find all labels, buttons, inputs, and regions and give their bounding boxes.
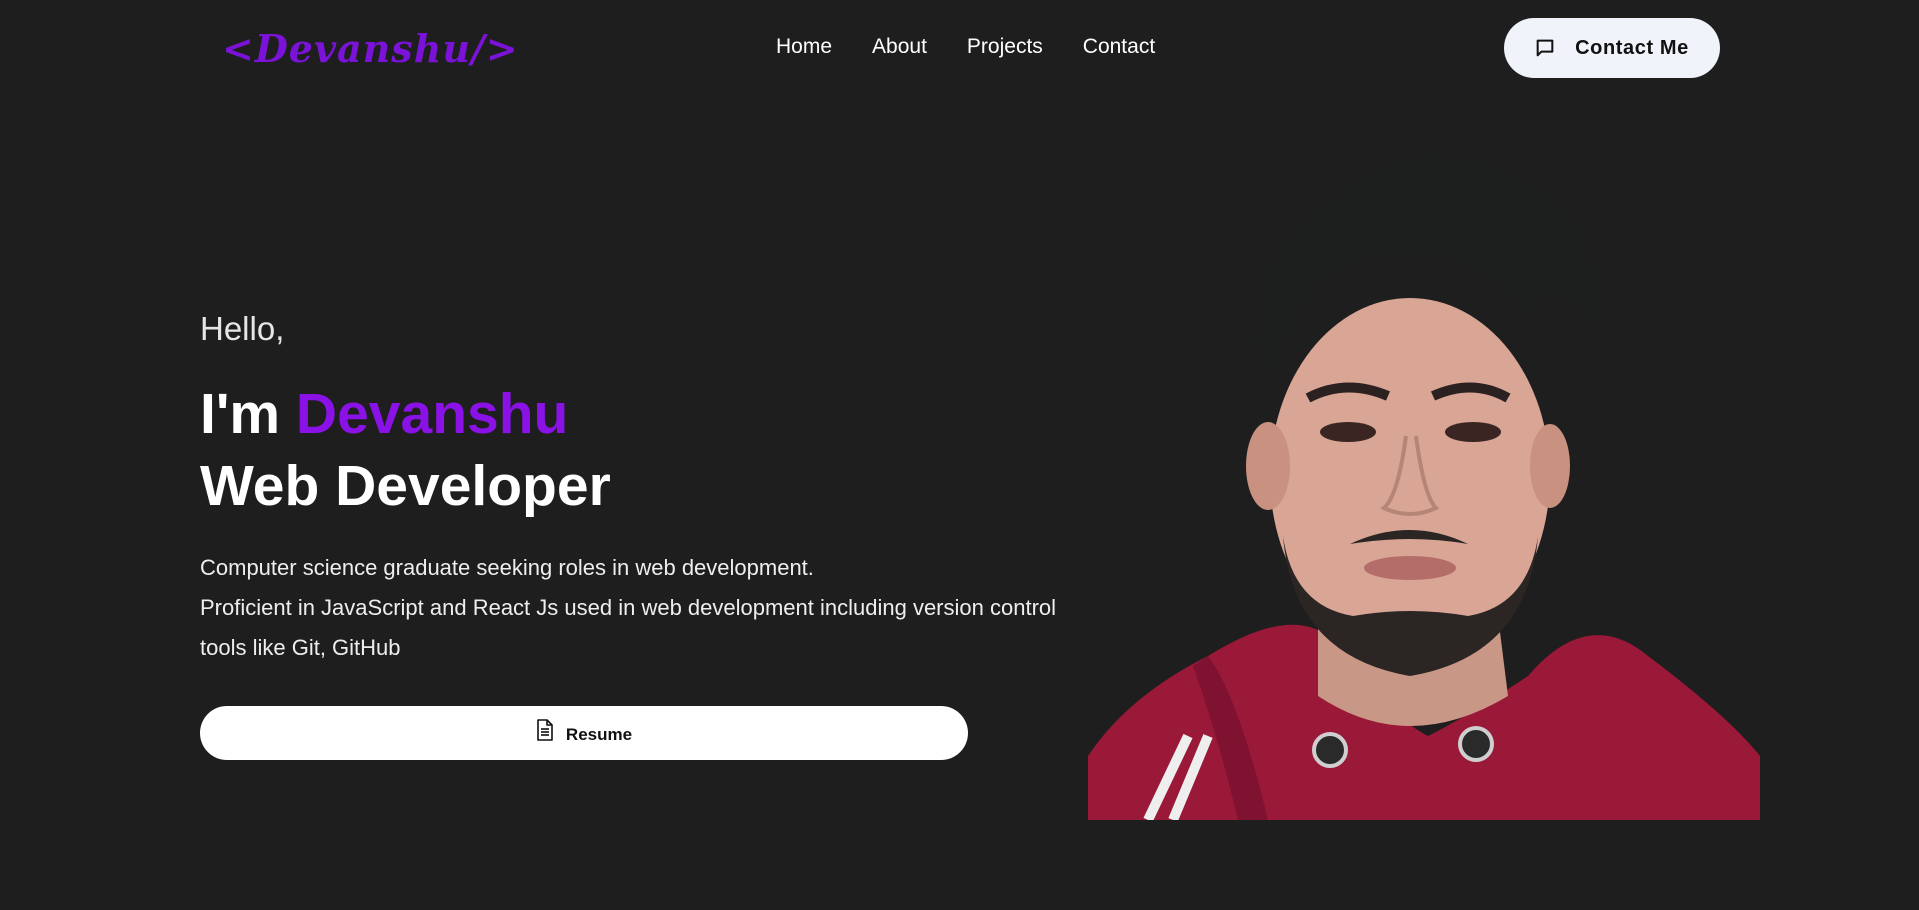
- hero-headline: I'm Devanshu Web Developer: [200, 378, 611, 522]
- intro-prefix: I'm: [200, 382, 296, 446]
- nav-link-projects[interactable]: Projects: [967, 35, 1043, 59]
- greeting: Hello,: [200, 310, 285, 347]
- contact-me-button[interactable]: Contact Me: [1504, 18, 1720, 78]
- profile-photo: [1088, 136, 1760, 820]
- chat-bubble-icon: [1533, 36, 1557, 60]
- description-line-2: Proficient in JavaScript and React Js us…: [200, 595, 1057, 660]
- resume-label: Resume: [565, 725, 633, 744]
- navbar: <Devanshu/> Home About Projects Contact …: [0, 0, 1919, 96]
- document-icon: [536, 719, 556, 741]
- nav-link-contact[interactable]: Contact: [1083, 35, 1155, 59]
- page: <Devanshu/> Home About Projects Contact …: [0, 0, 1919, 910]
- nav-link-home[interactable]: Home: [776, 35, 832, 59]
- hero-description: Computer science graduate seeking roles …: [200, 548, 1080, 668]
- hero-name: Devanshu: [295, 382, 569, 446]
- nav-link-about[interactable]: About: [872, 35, 927, 59]
- contact-me-label: Contact Me: [1575, 36, 1689, 59]
- logo-link[interactable]: <Devanshu/>: [222, 26, 519, 71]
- hero-role: Web Developer: [200, 454, 611, 518]
- description-line-1: Computer science graduate seeking roles …: [200, 555, 814, 580]
- nav-links: Home About Projects Contact: [776, 35, 1155, 59]
- resume-button[interactable]: Resume: [200, 706, 968, 760]
